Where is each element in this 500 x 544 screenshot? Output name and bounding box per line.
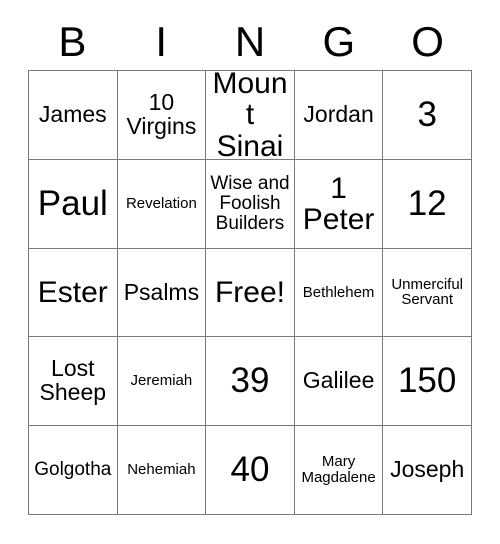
bingo-cell[interactable]: Unmerciful Servant bbox=[383, 248, 472, 338]
bingo-cell-label: Joseph bbox=[390, 456, 465, 483]
bingo-row: Ester Psalms Free! Bethlehem Unmerciful Serva… bbox=[29, 248, 472, 338]
bingo-row: Golgotha Nehemiah 40 Mary Magdalene Joseph bbox=[29, 426, 472, 515]
bingo-free-space-label: Free! bbox=[214, 275, 285, 309]
bingo-cell[interactable]: 1 Peter bbox=[294, 159, 384, 249]
bingo-grid: James 10 Virgins Mount Sinai Jordan 3 Paul Revel… bbox=[28, 70, 472, 515]
bingo-cell[interactable]: 12 bbox=[383, 159, 472, 249]
bingo-cell-label: Bethlehem bbox=[302, 283, 375, 301]
bingo-cell-label: Nehemiah bbox=[127, 461, 196, 479]
bingo-cell[interactable]: Galilee bbox=[294, 337, 384, 427]
bingo-cell-label: Lost Sheep bbox=[39, 355, 107, 406]
bingo-cell[interactable]: James bbox=[29, 71, 118, 160]
bingo-header-letter-b: B bbox=[58, 18, 87, 65]
bingo-row: James 10 Virgins Mount Sinai Jordan 3 bbox=[29, 71, 472, 160]
bingo-cell-label: Ester bbox=[37, 275, 108, 309]
bingo-row: Paul Revelation Wise and Foolish Builders 1 Pe… bbox=[29, 159, 472, 249]
bingo-cell-label: Mount Sinai bbox=[212, 71, 288, 160]
bingo-cell-label: 150 bbox=[397, 361, 457, 401]
bingo-cell-label: 12 bbox=[407, 183, 447, 223]
bingo-cell-label: Revelation bbox=[125, 194, 197, 212]
bingo-header-letter-o: O bbox=[411, 18, 444, 65]
bingo-header-letter-i: I bbox=[155, 18, 168, 65]
bingo-cell[interactable]: Ester bbox=[29, 248, 118, 338]
bingo-cell[interactable]: Mary Magdalene bbox=[294, 426, 384, 515]
bingo-cell[interactable]: Golgotha bbox=[29, 426, 118, 515]
bingo-cell[interactable]: Bethlehem bbox=[294, 248, 384, 338]
bingo-cell[interactable]: 150 bbox=[383, 337, 472, 427]
bingo-cell-label: 40 bbox=[230, 449, 270, 489]
bingo-cell[interactable]: Psalms bbox=[117, 248, 207, 338]
bingo-cell[interactable]: Revelation bbox=[117, 159, 207, 249]
bingo-header-row: B I N G O bbox=[28, 14, 472, 70]
bingo-cell-label: Paul bbox=[37, 183, 108, 223]
bingo-row: Lost Sheep Jeremiah 39 Galilee 150 bbox=[29, 337, 472, 427]
bingo-cell-label: Psalms bbox=[123, 278, 200, 305]
bingo-cell[interactable]: Wise and Foolish Builders bbox=[206, 159, 295, 249]
bingo-cell[interactable]: Nehemiah bbox=[117, 426, 207, 515]
bingo-cell[interactable]: 40 bbox=[206, 426, 295, 515]
bingo-cell-label: Jordan bbox=[303, 100, 374, 127]
bingo-cell[interactable]: 10 Virgins bbox=[117, 71, 207, 160]
bingo-cell-label: Unmerciful Servant bbox=[391, 275, 464, 309]
bingo-cell-label: Galilee bbox=[302, 367, 375, 394]
bingo-card: B I N G O James 10 Virgins Mount Sinai Jordan… bbox=[0, 0, 500, 544]
bingo-header-letter-g: G bbox=[322, 18, 356, 65]
bingo-cell-label: 1 Peter bbox=[302, 171, 375, 236]
bingo-cell-label: Jeremiah bbox=[130, 372, 193, 390]
bingo-cell-label: James bbox=[38, 100, 107, 127]
bingo-cell[interactable]: Paul bbox=[29, 159, 118, 249]
bingo-cell[interactable]: Jordan bbox=[294, 71, 384, 160]
bingo-cell[interactable]: 3 bbox=[383, 71, 472, 160]
bingo-cell[interactable]: Jeremiah bbox=[117, 337, 207, 427]
bingo-cell-label: Golgotha bbox=[34, 459, 112, 481]
bingo-cell[interactable]: Mount Sinai bbox=[206, 71, 295, 160]
bingo-cell-label: 10 Virgins bbox=[126, 88, 197, 139]
bingo-cell[interactable]: 39 bbox=[206, 337, 295, 427]
bingo-cell-label: Wise and Foolish Builders bbox=[210, 173, 290, 234]
bingo-header-letter-n: N bbox=[234, 18, 266, 65]
bingo-cell-label: Mary Magdalene bbox=[301, 453, 376, 487]
bingo-cell[interactable]: Lost Sheep bbox=[29, 337, 118, 427]
bingo-free-space-cell[interactable]: Free! bbox=[206, 248, 295, 338]
bingo-cell-label: 3 bbox=[417, 94, 437, 134]
bingo-cell[interactable]: Joseph bbox=[383, 426, 472, 515]
bingo-cell-label: 39 bbox=[230, 361, 270, 401]
